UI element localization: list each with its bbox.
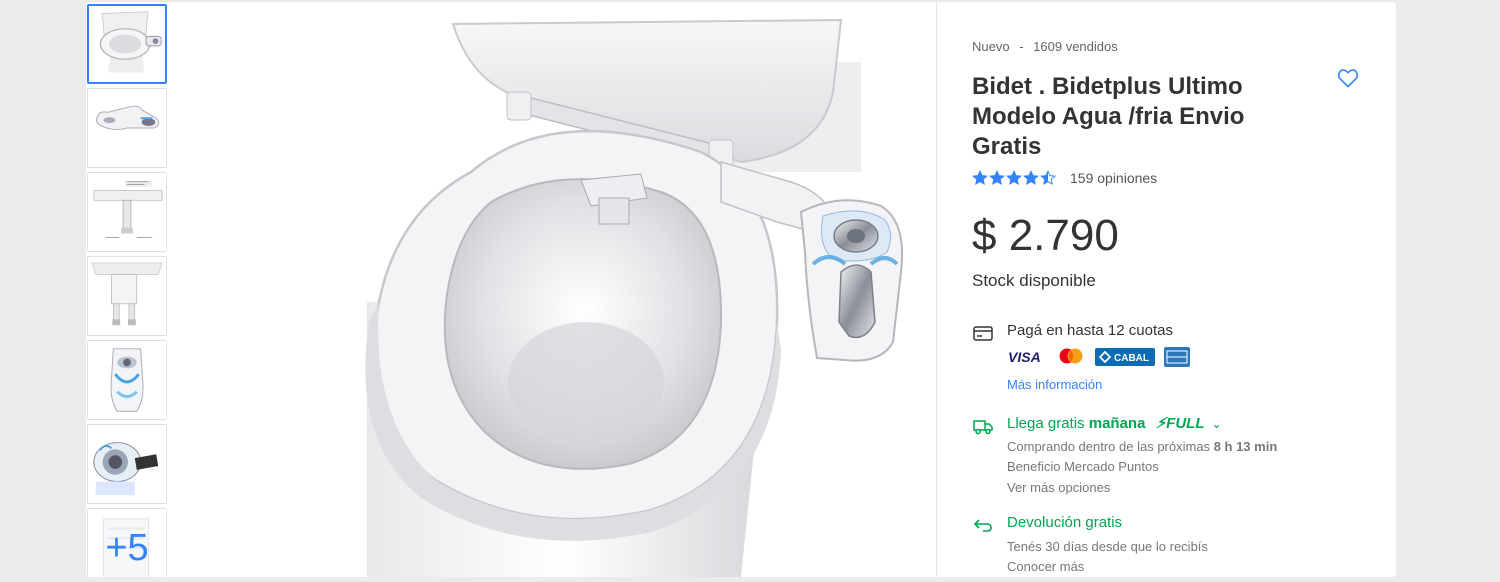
shipping-time: 8 h 13 min bbox=[1213, 439, 1278, 454]
truck-icon bbox=[972, 415, 994, 437]
bidet-diagram-thumb-icon bbox=[88, 173, 166, 251]
product-price: $ 2.790 bbox=[972, 211, 1119, 260]
payment-methods: VISA CABAL bbox=[1007, 346, 1190, 368]
mastercard-logo-icon bbox=[1056, 347, 1086, 367]
visa-logo-icon: VISA bbox=[1007, 347, 1047, 367]
product-info-panel: Nuevo - 1609 vendidos Bidet . Bidetplus … bbox=[972, 2, 1372, 577]
installments-label: Pagá en hasta 12 cuotas bbox=[1007, 322, 1173, 339]
shipping-day: mañana bbox=[1088, 415, 1146, 432]
main-product-image[interactable] bbox=[181, 2, 936, 577]
shipping-benefit: Beneficio Mercado Puntos bbox=[1007, 459, 1159, 474]
svg-text:VISA: VISA bbox=[1008, 349, 1041, 365]
svg-text:CABAL: CABAL bbox=[1114, 353, 1149, 364]
thumbnail-7-more[interactable]: +5 bbox=[87, 508, 167, 577]
sold-count: 1609 vendidos bbox=[1033, 39, 1118, 54]
toilet-with-bidet-icon bbox=[181, 2, 936, 577]
thumbnail-6[interactable] bbox=[87, 424, 167, 504]
return-arrow-icon bbox=[972, 514, 994, 536]
thumbnail-5[interactable] bbox=[87, 340, 167, 420]
full-badge: ⚡︎FULL bbox=[1155, 415, 1205, 432]
shipping-prefix: Llega gratis bbox=[1007, 415, 1085, 432]
star-icon bbox=[1023, 170, 1039, 185]
star-icon bbox=[1040, 170, 1056, 185]
rating-row[interactable]: 159 opiniones bbox=[972, 168, 1157, 188]
bidet-knob-closeup-thumb-icon bbox=[88, 425, 166, 503]
thumbnail-2[interactable] bbox=[87, 88, 167, 168]
credit-card-icon bbox=[972, 322, 994, 344]
toilet-thumb-icon bbox=[89, 6, 165, 82]
shipping-more-options-link[interactable]: Ver más opciones bbox=[1007, 480, 1110, 495]
lightning-icon: ⚡︎ bbox=[1155, 415, 1167, 432]
star-icon bbox=[972, 170, 988, 185]
rating-stars bbox=[972, 170, 1056, 186]
star-icon bbox=[1006, 170, 1022, 185]
product-title: Bidet . Bidetplus Ultimo Modelo Agua /fr… bbox=[972, 73, 1245, 160]
star-icon bbox=[989, 170, 1005, 185]
favorite-heart-icon[interactable] bbox=[1336, 66, 1360, 90]
amex-logo-icon bbox=[1164, 347, 1190, 367]
chevron-down-icon[interactable]: ⌄ bbox=[1212, 417, 1222, 431]
stock-status: Stock disponible bbox=[972, 271, 1096, 290]
bidet-installed-thumb-icon bbox=[88, 341, 166, 419]
returns-subtitle: Tenés 30 días desde que lo recibís bbox=[1007, 539, 1208, 554]
thumbnail-list: +5 bbox=[86, 2, 170, 577]
payment-more-info-link[interactable]: Más información bbox=[1007, 377, 1102, 392]
thumbnail-4[interactable] bbox=[87, 256, 167, 336]
returns-title: Devolución gratis bbox=[1007, 514, 1123, 531]
bidet-hoses-thumb-icon bbox=[88, 257, 166, 335]
product-meta: Nuevo - 1609 vendidos bbox=[972, 39, 1118, 54]
reviews-count[interactable]: 159 opiniones bbox=[1070, 170, 1157, 186]
shipping-condition: Comprando dentro de las próximas 8 h 13 … bbox=[1007, 439, 1278, 454]
cabal-logo-icon: CABAL bbox=[1095, 347, 1155, 367]
shipping-title[interactable]: Llega gratis mañana ⚡︎FULL ⌄ bbox=[1007, 414, 1222, 432]
column-divider bbox=[936, 2, 937, 577]
meta-separator: - bbox=[1019, 39, 1024, 54]
thumbnail-3[interactable] bbox=[87, 172, 167, 252]
returns-more-link[interactable]: Conocer más bbox=[1007, 559, 1084, 574]
condition-label: Nuevo bbox=[972, 39, 1010, 54]
more-images-label: +5 bbox=[88, 509, 166, 577]
product-card: +5 Nuevo - 1609 vendidos Bidet . Bidetpl… bbox=[86, 2, 1396, 577]
thumbnail-1[interactable] bbox=[87, 4, 167, 84]
bidet-attachment-thumb-icon bbox=[88, 89, 166, 167]
